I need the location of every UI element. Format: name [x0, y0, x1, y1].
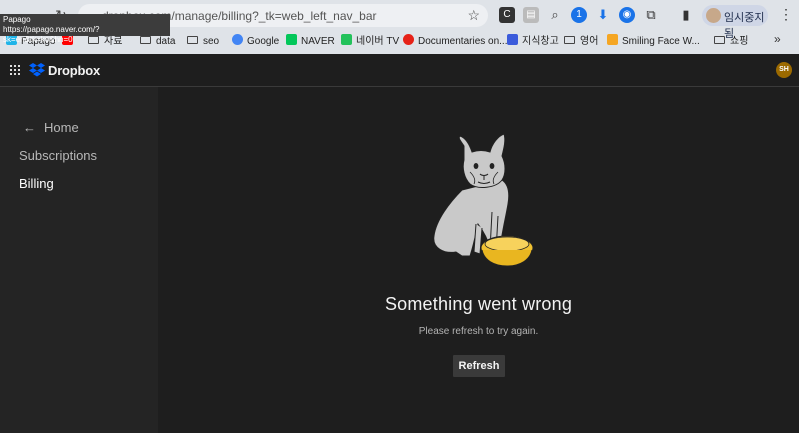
bookmark-naver-tv[interactable]: 네이버 TV: [341, 34, 399, 50]
arrow-left-icon: ←: [23, 120, 36, 135]
bookmark-google[interactable]: Google: [232, 34, 279, 50]
naver-tv-icon: [341, 34, 352, 45]
more-bookmarks-icon[interactable]: »: [774, 32, 781, 46]
naver-icon: [286, 34, 297, 45]
bookmark-star-icon[interactable]: ☆: [467, 7, 480, 24]
sidebar-item-label: Subscriptions: [19, 148, 98, 163]
folder-icon: [714, 36, 725, 44]
app-grid-icon[interactable]: [10, 65, 20, 75]
avatar: [706, 8, 721, 23]
extension-icon[interactable]: C: [499, 7, 515, 23]
account-avatar[interactable]: SH: [776, 62, 792, 78]
knowledge-icon: [507, 34, 518, 45]
google-icon: [232, 34, 243, 45]
bookmark-folder[interactable]: 영어: [564, 34, 598, 50]
error-title: Something went wrong: [384, 294, 573, 314]
bookmark-folder[interactable]: 쇼핑: [714, 34, 748, 50]
extension-icon[interactable]: ◉: [619, 7, 635, 23]
sidebar-item-label: Home: [44, 120, 79, 135]
sidebar: ← Home Subscriptions Billing: [0, 87, 158, 433]
bookmark-knowledge[interactable]: 지식창고: [507, 34, 559, 50]
folder-icon: [187, 36, 198, 44]
bookmark-documentaries[interactable]: Documentaries on...: [403, 34, 508, 50]
refresh-button[interactable]: Refresh: [453, 355, 505, 377]
search-icon[interactable]: ⌕: [547, 7, 563, 23]
sidebar-item-billing[interactable]: Billing: [19, 176, 54, 191]
brand-name[interactable]: Dropbox: [48, 63, 100, 78]
tooltip-url: https://papago.naver.com/?sk=en&tk=ko&hn…: [3, 25, 100, 44]
side-panel-icon[interactable]: ▮: [678, 7, 694, 23]
extensions-puzzle-icon[interactable]: ⧉: [643, 7, 659, 23]
sidebar-item-home[interactable]: ← Home: [19, 120, 79, 135]
app-header: Dropbox SH: [0, 54, 799, 87]
tooltip-title: Papago: [3, 15, 31, 24]
sidebar-item-subscriptions[interactable]: Subscriptions: [19, 148, 97, 163]
sidebar-item-label: Billing: [19, 176, 54, 191]
extension-icon[interactable]: 1: [571, 7, 587, 23]
documentaries-icon: [403, 34, 414, 45]
dropbox-logo-icon[interactable]: [29, 63, 45, 77]
dog-with-bowl-illustration: [433, 133, 534, 267]
error-subtitle: Please refresh to try again.: [418, 326, 539, 337]
bookmark-tooltip: Papago https://papago.naver.com/?sk=en&t…: [0, 14, 170, 44]
download-icon[interactable]: ⬇: [595, 7, 611, 23]
profile-chip[interactable]: 임시중지됨: [702, 5, 768, 40]
bookmark-naver[interactable]: NAVER: [286, 34, 335, 50]
browser-menu-icon[interactable]: ⋮: [779, 6, 793, 23]
main-content: Something went wrong Please refresh to t…: [158, 87, 799, 433]
emoji-icon: [607, 34, 618, 45]
folder-icon: [564, 36, 575, 44]
extension-icon[interactable]: ▤: [523, 7, 539, 23]
bookmark-folder[interactable]: seo: [187, 34, 219, 50]
bookmark-smiling-face[interactable]: Smiling Face W...: [607, 34, 700, 50]
